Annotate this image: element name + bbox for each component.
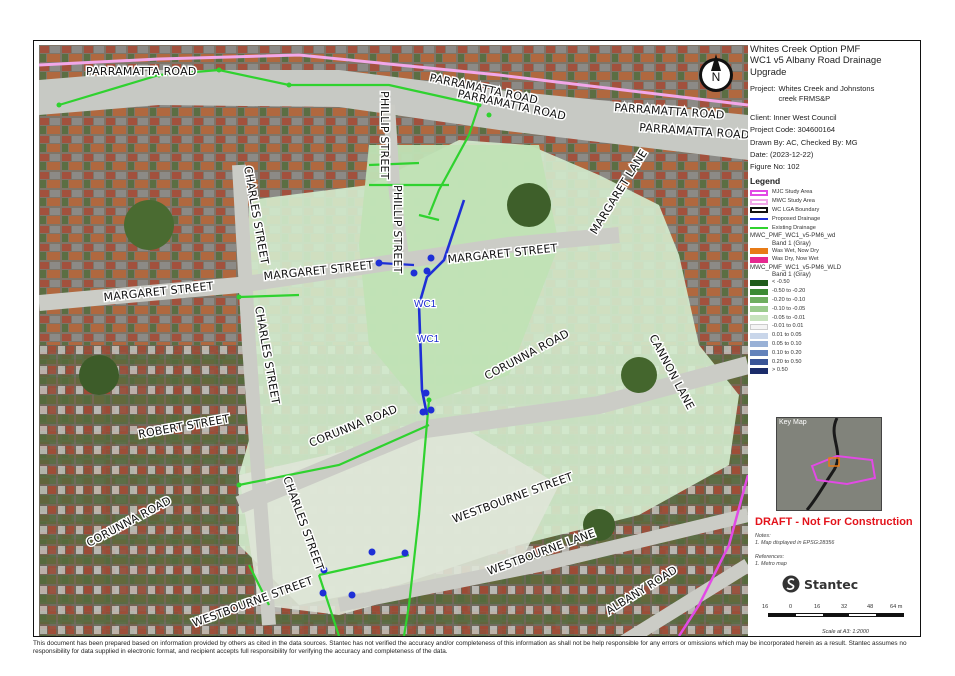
stantec-logo-icon <box>782 575 800 593</box>
legend-item: -0.01 to 0.01 <box>750 322 918 331</box>
legend-layer-wd: MWC_PMF_WC1_v5-PM6_wd <box>750 232 836 240</box>
drawn-by: Drawn By: AC, Checked By: MG <box>750 137 858 147</box>
metadata: Client: Inner West Council Project Code:… <box>750 113 918 172</box>
legend-item: Existing Drainage <box>750 224 918 233</box>
legend-item: MWC Study Area <box>750 197 918 206</box>
legend-item: 0.01 to 0.05 <box>750 331 918 340</box>
legend-item: 0.05 to 0.10 <box>750 340 918 349</box>
legend: Legend MJC Study Area MWC Study Area WC … <box>750 176 918 375</box>
map-canvas: PARRAMATTA ROAD PARRAMATTA ROAD PARRAMAT… <box>39 45 748 636</box>
references: References: 1. Metro map <box>755 554 787 568</box>
key-map-title: Key Map <box>779 419 807 426</box>
key-map: Key Map <box>776 417 882 511</box>
road-label: PHILLIP STREET <box>378 91 391 180</box>
legend-item: Was Dry, Now Wet <box>750 255 918 264</box>
legend-item: MJC Study Area <box>750 188 918 197</box>
legend-layer-wld: MWC_PMF_WC1_v5-PM6_WLD <box>750 264 842 272</box>
tree <box>124 200 174 250</box>
legend-title: Legend <box>750 175 781 186</box>
notes: Notes: 1. Map displayed in EPSG:28356 <box>755 533 835 547</box>
legend-item: -0.05 to -0.01 <box>750 314 918 323</box>
client: Client: Inner West Council <box>750 112 837 122</box>
drainage-label: WC1 <box>417 334 440 345</box>
draft-banner: DRAFT - Not For Construction <box>755 516 913 528</box>
svg-text:N: N <box>712 70 721 84</box>
figure-number: Figure No: 102 <box>750 162 800 172</box>
tree <box>621 357 657 393</box>
tree <box>79 355 119 395</box>
scale-bar: 16 0 16 32 48 64 m <box>762 604 910 626</box>
legend-item: > 0.50 <box>750 366 918 375</box>
project-block: Project: Whites Creek and Johnstons cree… <box>750 84 875 103</box>
legend-item: -0.50 to -0.20 <box>750 287 918 296</box>
legend-item: < -0.50 <box>750 279 918 288</box>
map-svg: PARRAMATTA ROAD PARRAMATTA ROAD PARRAMAT… <box>39 45 748 636</box>
legend-item: Proposed Drainage <box>750 215 918 224</box>
date: Date: (2023-12-22) <box>750 150 814 160</box>
road-label: PARRAMATTA ROAD <box>86 65 197 78</box>
legend-item: Was Wet, Now Dry <box>750 247 918 256</box>
stantec-logo: Stantec <box>782 575 858 593</box>
legend-item: 0.10 to 0.20 <box>750 349 918 358</box>
drainage-label: WC1 <box>414 299 437 310</box>
map-title: Whites Creek Option PMF WC1 v5 Albany Ro… <box>750 44 882 78</box>
legend-item: -0.20 to -0.10 <box>750 296 918 305</box>
disclaimer: This document has been prepared based on… <box>33 640 907 655</box>
tree <box>507 183 551 227</box>
legend-item: 0.20 to 0.50 <box>750 358 918 367</box>
project-code: Project Code: 304600164 <box>750 125 836 135</box>
scale-bar-graphic <box>768 613 904 617</box>
road-label: PHILLIP STREET <box>391 185 404 274</box>
scale-text: Scale at A3: 1:2000 <box>822 629 869 635</box>
legend-item: WC LGA Boundary <box>750 206 918 215</box>
legend-item: -0.10 to -0.05 <box>750 305 918 314</box>
